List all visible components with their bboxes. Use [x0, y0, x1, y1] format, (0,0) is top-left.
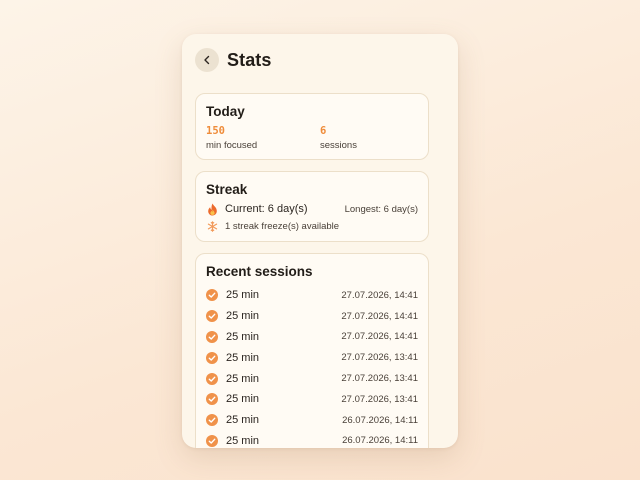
session-timestamp: 27.07.2026, 13:41	[341, 393, 418, 405]
today-card: Today 150 min focused 6 sessions	[195, 93, 429, 160]
sessions-label: sessions	[320, 140, 357, 151]
session-duration: 25 min	[226, 289, 260, 302]
check-circle-icon	[206, 414, 218, 427]
session-row: 25 min 26.07.2026, 14:11	[206, 410, 418, 431]
session-row: 25 min 27.07.2026, 13:41	[206, 389, 418, 410]
flame-icon	[206, 202, 218, 216]
session-timestamp: 27.07.2026, 14:41	[341, 289, 418, 301]
stats-panel: Stats Today 150 min focused 6 sessions S…	[182, 34, 458, 448]
session-row: 25 min 27.07.2026, 14:41	[206, 285, 418, 306]
session-duration: 25 min	[226, 310, 260, 323]
session-timestamp: 26.07.2026, 14:11	[342, 414, 418, 426]
streak-title: Streak	[206, 182, 248, 197]
session-row: 25 min 27.07.2026, 13:41	[206, 347, 418, 368]
page-title: Stats	[227, 49, 272, 70]
today-title: Today	[206, 104, 245, 119]
check-circle-icon	[206, 289, 218, 302]
session-duration: 25 min	[226, 330, 260, 343]
streak-longest: Longest: 6 day(s)	[344, 203, 418, 215]
session-row: 25 min 27.07.2026, 14:41	[206, 306, 418, 327]
session-row: 25 min 26.07.2026, 14:11	[206, 431, 418, 448]
sessions-value: 6	[320, 125, 327, 137]
session-duration: 25 min	[226, 372, 260, 385]
sessions-stat: 6 sessions	[320, 125, 357, 151]
streak-current-row: Current: 6 day(s) Longest: 6 day(s)	[206, 202, 418, 216]
session-timestamp: 27.07.2026, 13:41	[341, 373, 418, 385]
chevron-left-icon	[204, 55, 210, 65]
session-timestamp: 27.07.2026, 14:41	[341, 331, 418, 343]
streak-freeze-row: 1 streak freeze(s) available	[206, 219, 418, 233]
session-duration: 25 min	[226, 434, 260, 447]
session-timestamp: 26.07.2026, 14:11	[342, 435, 418, 447]
session-duration: 25 min	[226, 393, 260, 406]
check-circle-icon	[206, 330, 218, 343]
snowflake-icon	[206, 219, 218, 233]
check-circle-icon	[206, 434, 218, 447]
minutes-label: min focused	[206, 140, 258, 151]
check-circle-icon	[206, 351, 218, 364]
recent-sessions-card: Recent sessions 25 min 27.07.2026, 14:41…	[195, 253, 429, 448]
recent-sessions-title: Recent sessions	[206, 264, 313, 279]
check-circle-icon	[206, 393, 218, 406]
session-row: 25 min 27.07.2026, 14:41	[206, 327, 418, 348]
session-timestamp: 27.07.2026, 14:41	[341, 310, 418, 322]
session-timestamp: 27.07.2026, 13:41	[341, 352, 418, 364]
header: Stats	[195, 48, 272, 72]
minutes-stat: 150 min focused	[206, 125, 257, 151]
session-row: 25 min 27.07.2026, 13:41	[206, 368, 418, 389]
streak-freeze-text: 1 streak freeze(s) available	[225, 220, 340, 232]
streak-card: Streak Current: 6 day(s) Longest: 6 day(…	[195, 171, 429, 242]
streak-current: Current: 6 day(s)	[225, 203, 308, 215]
check-circle-icon	[206, 310, 218, 323]
session-duration: 25 min	[226, 414, 260, 427]
minutes-value: 150	[206, 125, 225, 137]
session-duration: 25 min	[226, 351, 260, 364]
check-circle-icon	[206, 372, 218, 385]
back-button[interactable]	[195, 48, 219, 72]
session-list: 25 min 27.07.2026, 14:41 25 min 27.07.20…	[206, 285, 418, 448]
